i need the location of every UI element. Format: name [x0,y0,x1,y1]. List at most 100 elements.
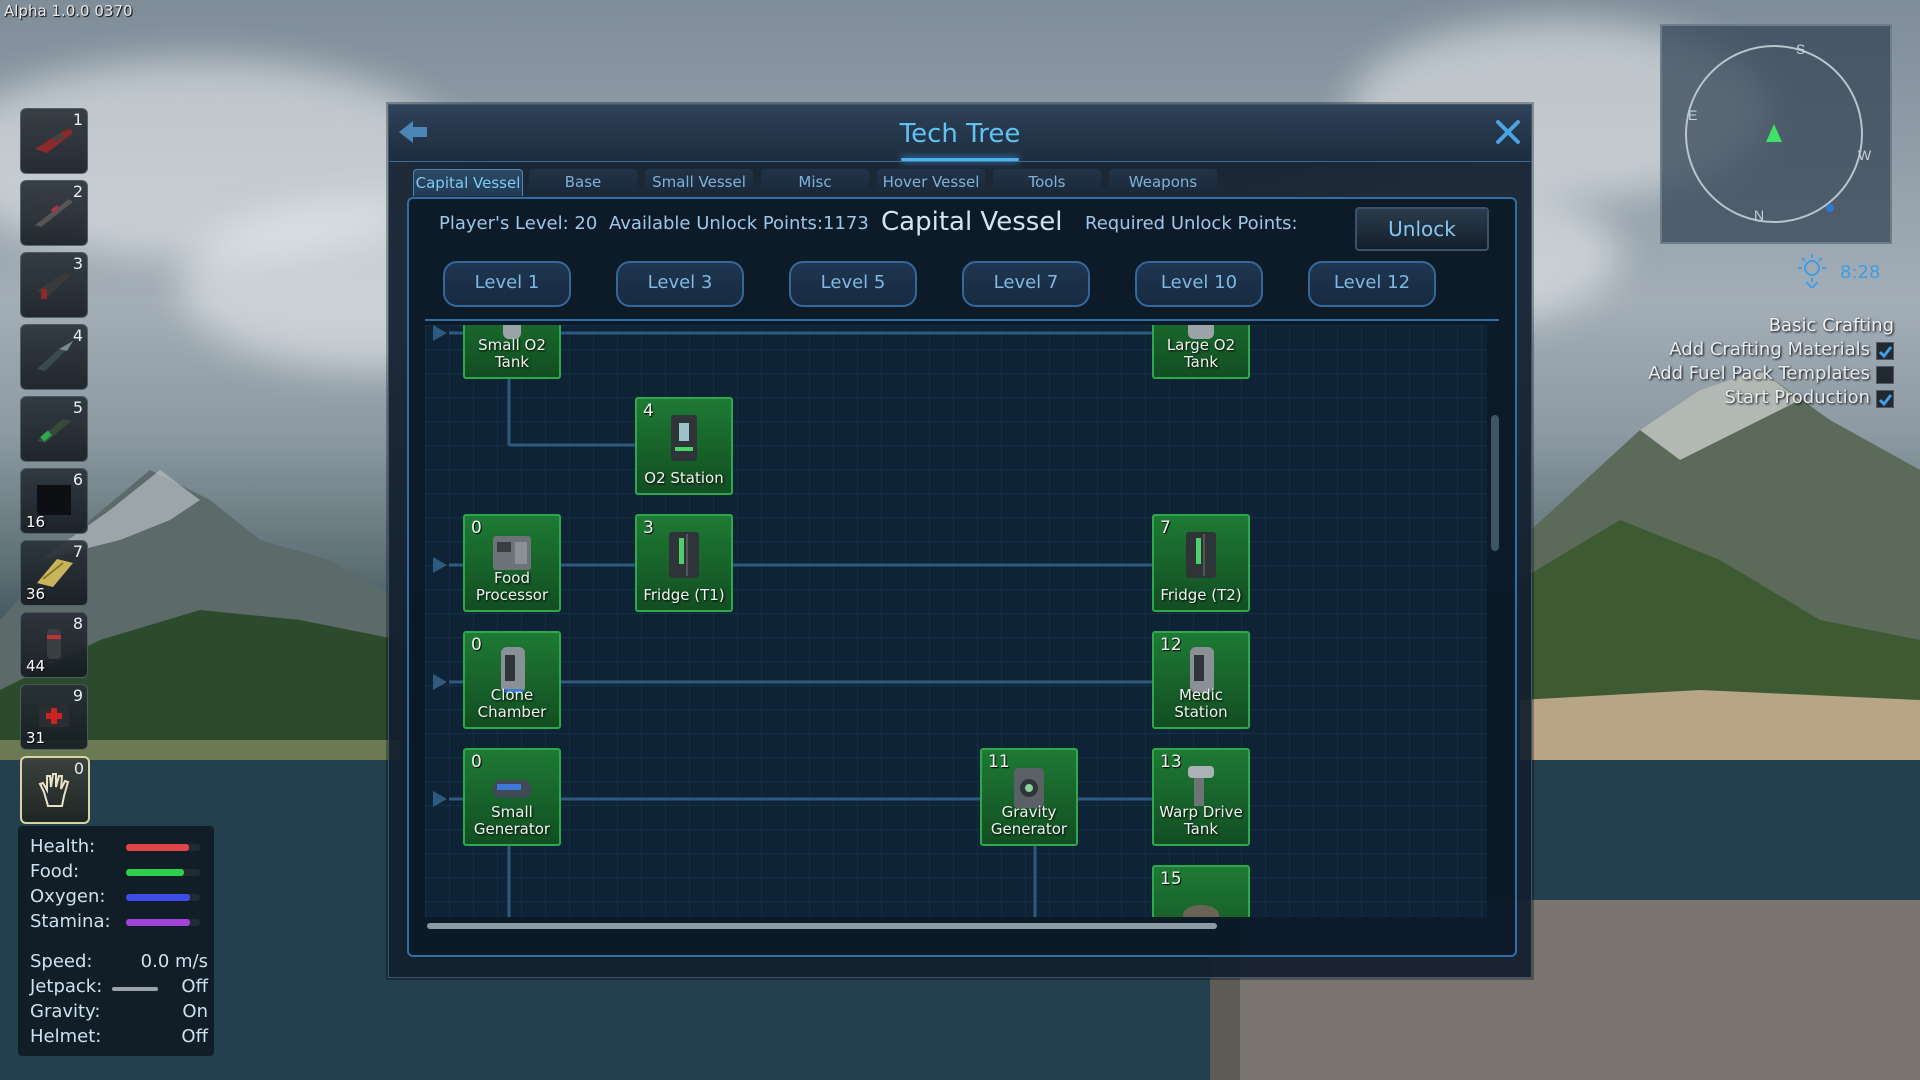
tech-node-large-o2-tank[interactable]: Large O2 Tank [1152,325,1250,379]
medkit-icon [39,705,69,727]
jetpack-stat: Jetpack: Off [30,976,208,997]
tech-node-small-o2-tank[interactable]: Small O2 Tank [463,325,561,379]
hotbar-slot-2[interactable]: 2 [20,180,88,246]
window-title: Tech Tree [899,119,1021,149]
player-level-label: Player's Level: 20 [439,213,598,234]
sun-time-icon [1798,254,1826,288]
fridge-icon [1186,532,1216,578]
tree-connectors [433,325,1159,917]
category-title: Capital Vessel [881,207,1063,237]
compass-east-label: E [1688,107,1697,123]
level-1-button[interactable]: Level 1 [443,261,571,307]
block-icon [37,485,71,515]
level-10-button[interactable]: Level 10 [1135,261,1263,307]
stamina-stat: Stamina: [30,911,208,935]
title-underline [901,158,1019,161]
tech-tree-window: Tech Tree Capital Vessel Base Small Vess… [388,104,1532,978]
oxygen-stat: Oxygen: [30,886,208,910]
task-item: Add Crafting Materials [1574,338,1894,362]
tech-node-gravity-generator[interactable]: 11 Gravity Generator [980,748,1078,846]
health-bar [126,844,200,851]
player-marker-icon [1766,124,1782,142]
stamina-bar [126,919,200,926]
unlock-points-label: Available Unlock Points:1173 [609,213,869,234]
hotbar-slot-8[interactable]: 8 44 [20,612,88,678]
tech-node-medic-station[interactable]: 12 Medic Station [1152,631,1250,729]
o2-station-icon [671,415,697,461]
health-stat: Health: [30,836,208,860]
sniper-icon [35,199,73,227]
hotbar-slot-1[interactable]: 1 [20,108,88,174]
compass-west-label: W [1858,147,1872,163]
checkbox-checked-icon [1876,390,1894,408]
level-5-button[interactable]: Level 5 [789,261,917,307]
close-icon[interactable] [1493,117,1523,147]
compass-south-label: S [1796,41,1805,57]
hand-icon [38,773,70,807]
task-item: Add Fuel Pack Templates [1574,362,1894,386]
tech-node-fridge-t2[interactable]: 7 Fridge (T2) [1152,514,1250,612]
player-stats-panel: Health: Food: Oxygen: Stamina: Speed: 0.… [18,826,214,1056]
warp-drive-icon [1183,905,1219,917]
hotbar-slot-7[interactable]: 7 36 [20,540,88,606]
hotbar-slot-5[interactable]: 5 [20,396,88,462]
food-bar [126,869,200,876]
tab-misc[interactable]: Misc [761,169,869,195]
plank-icon [37,559,73,587]
hotbar-slot-6[interactable]: 6 16 [20,468,88,534]
tech-node-food-processor[interactable]: 0 Food Processor [463,514,561,612]
level-12-button[interactable]: Level 12 [1308,261,1436,307]
level-7-button[interactable]: Level 7 [962,261,1090,307]
hotbar-slot-9[interactable]: 9 31 [20,684,88,750]
hotbar: 1 2 3 4 5 6 16 7 36 8 44 9 31 0 [20,108,90,830]
canister-icon [47,629,61,659]
game-time: 8:28 [1840,262,1881,283]
vertical-scroll-thumb[interactable] [1491,415,1499,551]
tab-tools[interactable]: Tools [993,169,1101,195]
required-points-label: Required Unlock Points: [1085,213,1298,234]
task-tracker: Basic Crafting Add Crafting Materials Ad… [1574,314,1894,410]
speed-stat: Speed: 0.0 m/s [30,951,208,972]
window-titlebar: Tech Tree [389,105,1531,162]
tech-node-small-generator[interactable]: 0 Small Generator [463,748,561,846]
tab-hover-vessel[interactable]: Hover Vessel [877,169,985,195]
task-title: Basic Crafting [1768,315,1894,336]
fridge-icon [669,532,699,578]
tech-node-warp-drive[interactable]: 15 [1152,865,1250,917]
checkbox-checked-icon [1876,342,1894,360]
waypoint-marker-icon [1826,204,1834,212]
horizontal-scrollbar[interactable] [427,923,1489,931]
stamina-fill [126,919,190,926]
tech-node-o2-station[interactable]: 4 O2 Station [635,397,733,495]
jetpack-gauge [112,987,158,991]
tech-node-fridge-t1[interactable]: 3 Fridge (T1) [635,514,733,612]
gravity-stat: Gravity: On [30,1001,208,1022]
tab-base[interactable]: Base [529,169,637,195]
oxygen-bar [126,894,200,901]
task-item: Start Production [1574,386,1894,410]
tab-weapons[interactable]: Weapons [1109,169,1217,195]
tech-tree-graph: Small O2 Tank Large O2 Tank 4 O2 Station… [425,325,1487,917]
health-fill [126,844,189,851]
tech-node-warp-drive-tank[interactable]: 13 Warp Drive Tank [1152,748,1250,846]
checkbox-empty-icon [1876,366,1894,384]
drill-icon [37,341,73,371]
tech-node-clone-chamber[interactable]: 0 Clone Chamber [463,631,561,729]
rifle-icon [35,129,73,153]
hotbar-slot-4[interactable]: 4 [20,324,88,390]
helmet-stat: Helmet: Off [30,1026,208,1047]
horizontal-scroll-thumb[interactable] [427,923,1217,929]
hotbar-slot-3[interactable]: 3 [20,252,88,318]
version-label: Alpha 1.0.0 0370 [4,2,133,20]
tab-small-vessel[interactable]: Small Vessel [645,169,753,195]
vertical-scrollbar[interactable] [1491,331,1499,911]
hotbar-slot-0[interactable]: 0 [20,756,90,824]
food-fill [126,869,184,876]
compass-ring: S E W N [1685,41,1872,223]
level-3-button[interactable]: Level 3 [616,261,744,307]
minimap[interactable]: S E W N [1660,24,1892,244]
tab-capital-vessel[interactable]: Capital Vessel [413,169,523,196]
tech-tree-panel: Player's Level: 20 Available Unlock Poin… [407,197,1517,957]
pistol-icon [37,273,71,299]
unlock-button[interactable]: Unlock [1355,207,1489,251]
